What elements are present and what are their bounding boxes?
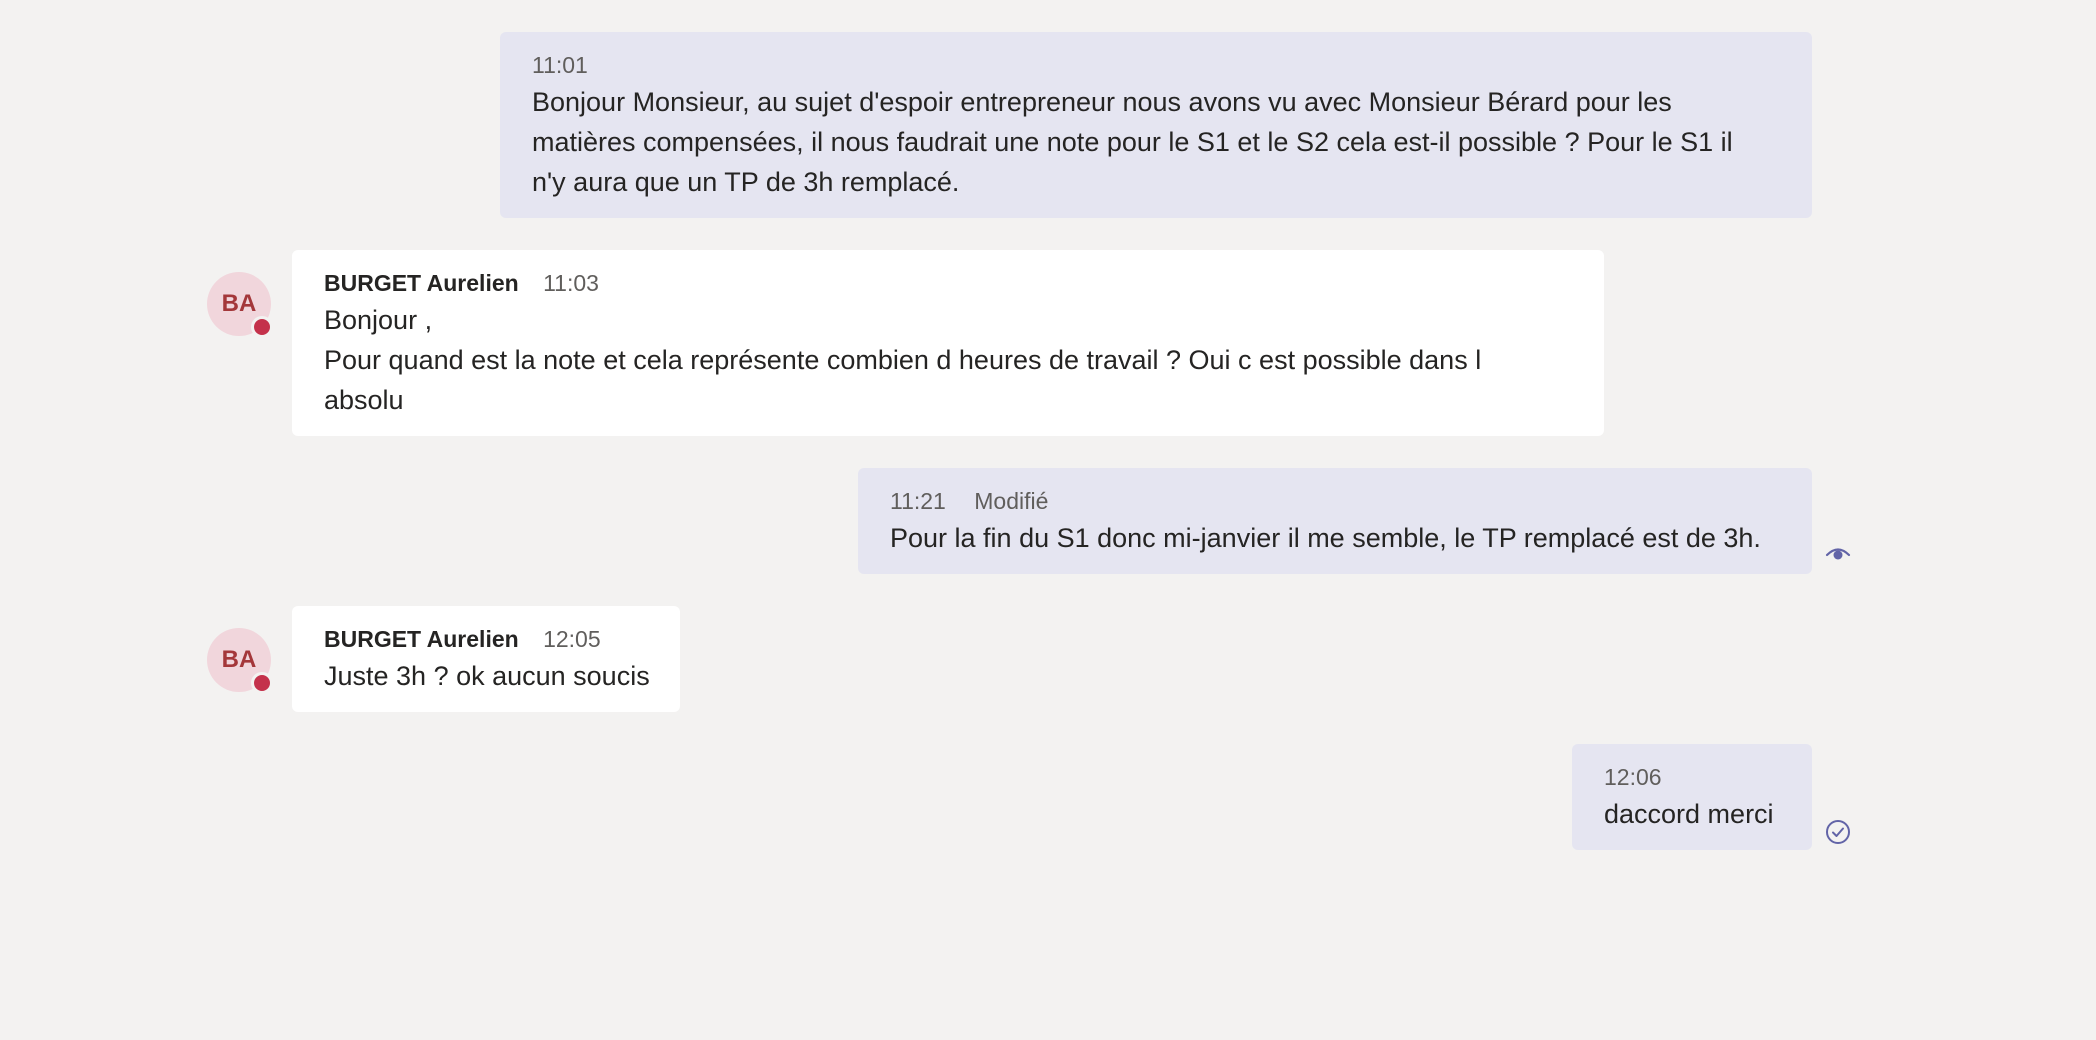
message-author: BURGET Aurelien [324,626,519,652]
message-author: BURGET Aurelien [324,270,519,296]
message-time: 11:03 [543,270,599,296]
message-time: 12:06 [1604,764,1662,790]
message-meta: 11:01 [532,48,1780,82]
message-text: daccord merci [1604,794,1780,834]
message-line: Bonjour , [324,305,433,335]
sent-message[interactable]: 11:01 Bonjour Monsieur, au sujet d'espoi… [500,32,1812,218]
message-line: matières compensées, il nous faudrait un… [532,127,1733,157]
message-meta: BURGET Aurelien 11:03 [324,266,1572,300]
message-line: absolu [324,385,404,415]
presence-busy-icon [251,672,273,694]
message-line: daccord merci [1604,799,1774,829]
message-time: 12:05 [543,626,601,652]
message-meta: BURGET Aurelien 12:05 [324,622,648,656]
message-line: Pour la fin du S1 donc mi-janvier il me … [890,523,1761,553]
message-time: 11:01 [532,52,588,78]
received-message[interactable]: BURGET Aurelien 11:03 Bonjour , Pour qua… [292,250,1604,436]
message-line: Pour quand est la note et cela représent… [324,345,1482,375]
message-line: Juste 3h ? ok aucun soucis [324,661,650,691]
message-line: Bonjour Monsieur, au sujet d'espoir entr… [532,87,1672,117]
message-text: Bonjour , Pour quand est la note et cela… [324,300,1572,420]
message-line: n'y aura que un TP de 3h remplacé. [532,167,960,197]
avatar-initials: BA [221,646,257,673]
chat-thread: 11:01 Bonjour Monsieur, au sujet d'espoi… [0,0,2096,1040]
edited-label: Modifié [974,488,1049,514]
presence-busy-icon [251,316,273,338]
message-text: Juste 3h ? ok aucun soucis [324,656,650,696]
message-text: Bonjour Monsieur, au sujet d'espoir entr… [532,82,1780,202]
check-circle-icon[interactable] [1824,818,1852,846]
eye-icon[interactable] [1824,540,1852,568]
message-time: 11:21 [890,488,946,514]
avatar[interactable]: BA [207,628,273,694]
sent-message[interactable]: 12:06 daccord merci [1572,744,1812,850]
sent-message[interactable]: 11:21 Modifié Pour la fin du S1 donc mi-… [858,468,1812,574]
avatar-initials: BA [221,290,257,317]
received-message[interactable]: BURGET Aurelien 12:05 Juste 3h ? ok aucu… [292,606,680,712]
avatar[interactable]: BA [207,272,273,338]
message-meta: 12:06 [1604,760,1780,794]
message-text: Pour la fin du S1 donc mi-janvier il me … [890,518,1780,558]
message-meta: 11:21 Modifié [890,484,1780,518]
